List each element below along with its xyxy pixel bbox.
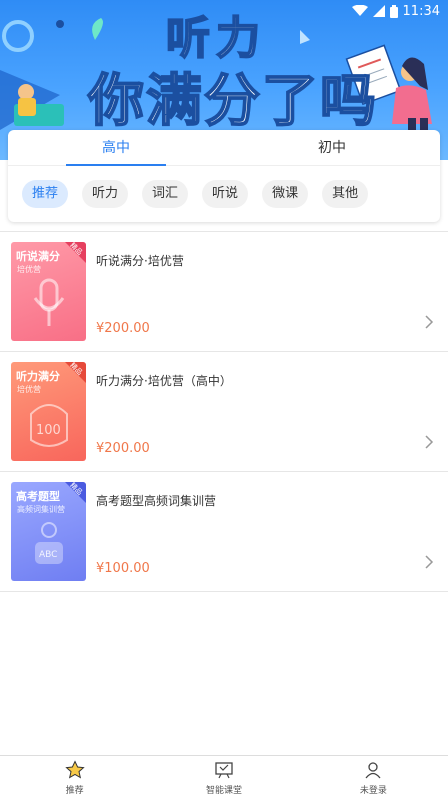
course-item[interactable]: 听说满分 培优营 精品 听说满分·培优营 ¥200.00 bbox=[0, 232, 448, 352]
cellular-signal-icon bbox=[372, 5, 385, 17]
thumbnail-title: 听力满分 bbox=[16, 370, 60, 383]
svg-text:100: 100 bbox=[36, 423, 61, 438]
thumbnail-subtitle: 高频词集训营 bbox=[17, 505, 65, 514]
course-price: ¥100.00 bbox=[96, 561, 150, 576]
status-bar: 11:34 bbox=[0, 0, 448, 22]
thumbnail-title: 听说满分 bbox=[16, 250, 60, 263]
app-root: 听力 你满分了吗 11:34 高中 初中 推荐 听力 词汇 听说 微课 其他 听… bbox=[0, 0, 448, 796]
course-thumbnail: 100 听力满分 培优营 精品 bbox=[11, 362, 86, 461]
nav-label: 未登录 bbox=[359, 786, 387, 796]
chevron-right-icon bbox=[425, 555, 434, 569]
course-price: ¥200.00 bbox=[96, 321, 150, 336]
thumbnail-title: 高考题型 bbox=[16, 490, 60, 503]
nav-label: 智能课堂 bbox=[205, 786, 242, 796]
filter-card: 高中 初中 推荐 听力 词汇 听说 微课 其他 bbox=[8, 130, 440, 222]
nav-login[interactable]: 未登录 bbox=[299, 756, 448, 796]
nav-smart-classroom[interactable]: 智能课堂 bbox=[149, 756, 298, 796]
chevron-right-icon bbox=[425, 315, 434, 329]
level-tabs: 高中 初中 bbox=[8, 130, 440, 166]
bottom-nav: 推荐 智能课堂 未登录 bbox=[0, 755, 448, 796]
course-item[interactable]: 100 听力满分 培优营 精品 听力满分·培优营（高中） ¥200.00 bbox=[0, 352, 448, 472]
course-list: 听说满分 培优营 精品 听说满分·培优营 ¥200.00 100 听力满分 培优… bbox=[0, 231, 448, 592]
course-thumbnail: 听说满分 培优营 精品 bbox=[11, 242, 86, 341]
classroom-icon bbox=[215, 762, 233, 779]
course-thumbnail: ABC 高考题型 高频词集训营 精品 bbox=[11, 482, 86, 581]
course-item[interactable]: ABC 高考题型 高频词集训营 精品 高考题型高频词集训营 ¥100.00 bbox=[0, 472, 448, 592]
banner-headline-bottom: 你满分了吗 bbox=[87, 68, 378, 135]
course-name: 听说满分·培优营 bbox=[96, 254, 184, 268]
star-icon bbox=[64, 760, 85, 779]
chevron-right-icon bbox=[425, 435, 434, 449]
chip-other[interactable]: 其他 bbox=[322, 180, 369, 208]
user-icon bbox=[365, 762, 381, 779]
nav-recommended[interactable]: 推荐 bbox=[0, 756, 149, 796]
chip-micro-lesson[interactable]: 微课 bbox=[262, 180, 309, 208]
thumbnail-subtitle: 培优营 bbox=[17, 265, 41, 274]
course-price: ¥200.00 bbox=[96, 441, 150, 456]
course-name: 听力满分·培优营（高中） bbox=[96, 374, 232, 388]
chip-listening[interactable]: 听力 bbox=[82, 180, 129, 208]
chip-listening-speaking[interactable]: 听说 bbox=[202, 180, 249, 208]
chip-recommended[interactable]: 推荐 bbox=[22, 180, 69, 208]
status-time: 11:34 bbox=[402, 3, 440, 19]
svg-text:ABC: ABC bbox=[39, 550, 57, 560]
tab-high-school[interactable]: 高中 bbox=[8, 130, 224, 166]
course-name: 高考题型高频词集训营 bbox=[96, 494, 217, 508]
tab-middle-school[interactable]: 初中 bbox=[224, 130, 440, 165]
nav-label: 推荐 bbox=[65, 786, 84, 796]
wifi-icon bbox=[351, 5, 368, 16]
thumbnail-subtitle: 培优营 bbox=[17, 385, 41, 394]
category-chips: 推荐 听力 词汇 听说 微课 其他 bbox=[8, 166, 440, 208]
chip-vocabulary[interactable]: 词汇 bbox=[142, 180, 189, 208]
battery-icon bbox=[389, 4, 398, 18]
